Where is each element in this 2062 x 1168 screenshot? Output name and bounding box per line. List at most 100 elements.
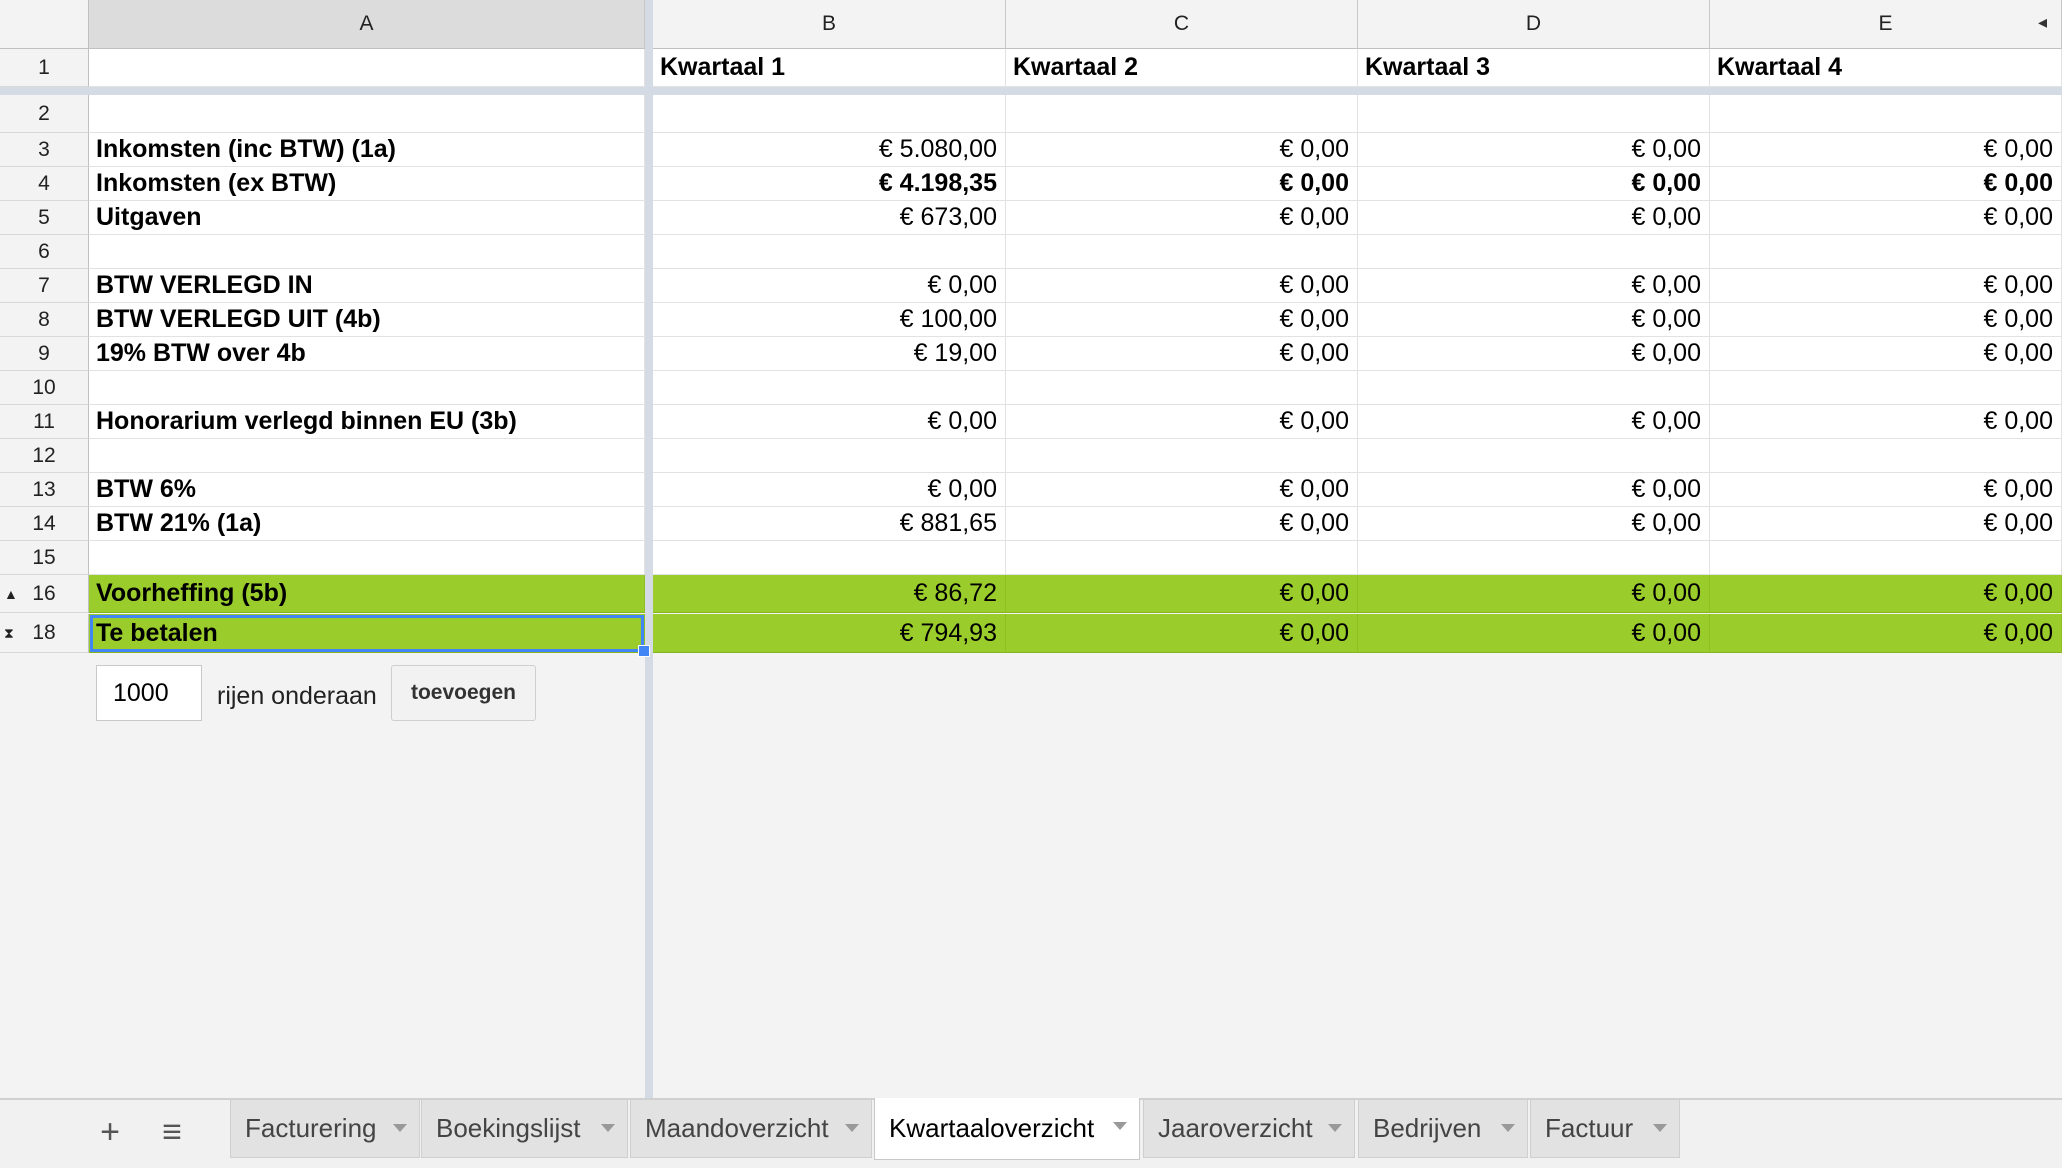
add-rows-count-input[interactable]: 1000 bbox=[96, 665, 202, 721]
all-sheets-menu-icon[interactable]: ≡ bbox=[152, 1112, 192, 1152]
value-cell-d[interactable]: € 0,00 bbox=[1358, 575, 1710, 613]
row-header-6[interactable]: 6 bbox=[0, 235, 89, 269]
value-cell-b[interactable]: € 0,00 bbox=[653, 269, 1006, 303]
value-cell-e[interactable]: € 0,00 bbox=[1710, 167, 2062, 201]
value-cell-c[interactable] bbox=[1006, 235, 1358, 269]
tab-dropdown-icon[interactable] bbox=[1653, 1124, 1667, 1132]
value-cell-c[interactable]: € 0,00 bbox=[1006, 507, 1358, 541]
value-cell-c[interactable]: € 0,00 bbox=[1006, 614, 1358, 653]
value-cell-d[interactable]: € 0,00 bbox=[1358, 507, 1710, 541]
sheet-tab-boekingslijst[interactable]: Boekingslijst bbox=[421, 1100, 628, 1158]
row-header-13[interactable]: 13 bbox=[0, 473, 89, 507]
value-cell-b[interactable] bbox=[653, 541, 1006, 575]
value-cell-e[interactable]: € 0,00 bbox=[1710, 201, 2062, 235]
value-cell-b[interactable] bbox=[653, 371, 1006, 405]
tab-dropdown-icon[interactable] bbox=[601, 1124, 615, 1132]
frozen-row-divider[interactable] bbox=[0, 87, 2062, 95]
frozen-column-divider[interactable] bbox=[645, 0, 653, 1099]
sheet-tab-facturering[interactable]: Facturering bbox=[230, 1100, 420, 1158]
value-cell-c[interactable]: € 0,00 bbox=[1006, 575, 1358, 613]
row-label-cell[interactable]: Inkomsten (ex BTW) bbox=[89, 167, 645, 201]
row-header-12[interactable]: 12 bbox=[0, 439, 89, 473]
value-cell-c[interactable]: Kwartaal 2 bbox=[1006, 49, 1358, 87]
value-cell-d[interactable]: € 0,00 bbox=[1358, 201, 1710, 235]
value-cell-b[interactable]: € 0,00 bbox=[653, 473, 1006, 507]
value-cell-b[interactable] bbox=[653, 95, 1006, 133]
row-header-7[interactable]: 7 bbox=[0, 269, 89, 303]
value-cell-b[interactable]: € 5.080,00 bbox=[653, 133, 1006, 167]
value-cell-c[interactable]: € 0,00 bbox=[1006, 167, 1358, 201]
value-cell-d[interactable]: € 0,00 bbox=[1358, 473, 1710, 507]
row-label-cell[interactable] bbox=[89, 371, 645, 405]
value-cell-c[interactable]: € 0,00 bbox=[1006, 133, 1358, 167]
value-cell-c[interactable] bbox=[1006, 371, 1358, 405]
row-header-14[interactable]: 14 bbox=[0, 507, 89, 541]
row-label-cell[interactable] bbox=[89, 95, 645, 133]
tab-dropdown-icon[interactable] bbox=[393, 1124, 407, 1132]
value-cell-c[interactable] bbox=[1006, 541, 1358, 575]
value-cell-b[interactable]: € 881,65 bbox=[653, 507, 1006, 541]
value-cell-d[interactable]: € 0,00 bbox=[1358, 405, 1710, 439]
select-all-corner[interactable] bbox=[0, 0, 89, 49]
value-cell-e[interactable]: € 0,00 bbox=[1710, 575, 2062, 613]
column-header-e[interactable]: E bbox=[1710, 0, 2062, 49]
value-cell-e[interactable]: € 0,00 bbox=[1710, 337, 2062, 371]
row-label-cell[interactable] bbox=[89, 541, 645, 575]
row-header-5[interactable]: 5 bbox=[0, 201, 89, 235]
value-cell-d[interactable]: € 0,00 bbox=[1358, 167, 1710, 201]
tab-dropdown-icon[interactable] bbox=[1113, 1122, 1127, 1130]
value-cell-e[interactable]: € 0,00 bbox=[1710, 473, 2062, 507]
value-cell-e[interactable]: € 0,00 bbox=[1710, 303, 2062, 337]
row-label-cell[interactable]: BTW VERLEGD UIT (4b) bbox=[89, 303, 645, 337]
value-cell-b[interactable]: € 19,00 bbox=[653, 337, 1006, 371]
add-rows-button[interactable]: toevoegen bbox=[391, 665, 536, 721]
row-label-cell[interactable]: Uitgaven bbox=[89, 201, 645, 235]
value-cell-c[interactable]: € 0,00 bbox=[1006, 201, 1358, 235]
value-cell-c[interactable] bbox=[1006, 439, 1358, 473]
value-cell-c[interactable]: € 0,00 bbox=[1006, 269, 1358, 303]
value-cell-d[interactable]: € 0,00 bbox=[1358, 337, 1710, 371]
row-header-18[interactable]: ⧗ 18 bbox=[0, 614, 89, 653]
row-label-cell[interactable] bbox=[89, 235, 645, 269]
collapse-columns-icon[interactable]: ◂ bbox=[2038, 12, 2047, 33]
value-cell-d[interactable] bbox=[1358, 235, 1710, 269]
row-label-cell[interactable]: BTW 21% (1a) bbox=[89, 507, 645, 541]
row-header-3[interactable]: 3 bbox=[0, 133, 89, 167]
row-group-toggle-icon[interactable]: ▲ bbox=[4, 586, 18, 602]
value-cell-e[interactable]: Kwartaal 4 bbox=[1710, 49, 2062, 87]
row-label-cell[interactable]: BTW VERLEGD IN bbox=[89, 269, 645, 303]
value-cell-b[interactable] bbox=[653, 235, 1006, 269]
sheet-tab-jaaroverzicht[interactable]: Jaaroverzicht bbox=[1143, 1100, 1355, 1158]
value-cell-c[interactable]: € 0,00 bbox=[1006, 473, 1358, 507]
row-label-cell[interactable] bbox=[89, 49, 645, 87]
value-cell-b[interactable]: € 86,72 bbox=[653, 575, 1006, 613]
value-cell-b[interactable]: € 794,93 bbox=[653, 614, 1006, 653]
value-cell-c[interactable] bbox=[1006, 95, 1358, 133]
value-cell-d[interactable]: Kwartaal 3 bbox=[1358, 49, 1710, 87]
value-cell-e[interactable]: € 0,00 bbox=[1710, 507, 2062, 541]
value-cell-e[interactable] bbox=[1710, 439, 2062, 473]
value-cell-b[interactable]: € 673,00 bbox=[653, 201, 1006, 235]
value-cell-b[interactable]: € 0,00 bbox=[653, 405, 1006, 439]
fill-handle[interactable] bbox=[638, 645, 650, 657]
row-header-15[interactable]: 15 bbox=[0, 541, 89, 575]
value-cell-e[interactable]: € 0,00 bbox=[1710, 269, 2062, 303]
value-cell-d[interactable]: € 0,00 bbox=[1358, 303, 1710, 337]
value-cell-e[interactable] bbox=[1710, 541, 2062, 575]
column-header-b[interactable]: B bbox=[653, 0, 1006, 49]
column-header-c[interactable]: C bbox=[1006, 0, 1358, 49]
column-header-d[interactable]: D bbox=[1358, 0, 1710, 49]
tab-dropdown-icon[interactable] bbox=[845, 1124, 859, 1132]
row-header-11[interactable]: 11 bbox=[0, 405, 89, 439]
value-cell-b[interactable] bbox=[653, 439, 1006, 473]
sheet-tab-maandoverzicht[interactable]: Maandoverzicht bbox=[630, 1100, 872, 1158]
value-cell-e[interactable] bbox=[1710, 235, 2062, 269]
tab-dropdown-icon[interactable] bbox=[1501, 1124, 1515, 1132]
value-cell-c[interactable]: € 0,00 bbox=[1006, 405, 1358, 439]
value-cell-d[interactable] bbox=[1358, 371, 1710, 405]
column-header-a[interactable]: A bbox=[89, 0, 645, 49]
row-header-16[interactable]: ▲ 16 bbox=[0, 575, 89, 613]
sheet-tab-kwartaaloverzicht[interactable]: Kwartaaloverzicht bbox=[874, 1098, 1140, 1160]
row-header-8[interactable]: 8 bbox=[0, 303, 89, 337]
value-cell-d[interactable]: € 0,00 bbox=[1358, 614, 1710, 653]
